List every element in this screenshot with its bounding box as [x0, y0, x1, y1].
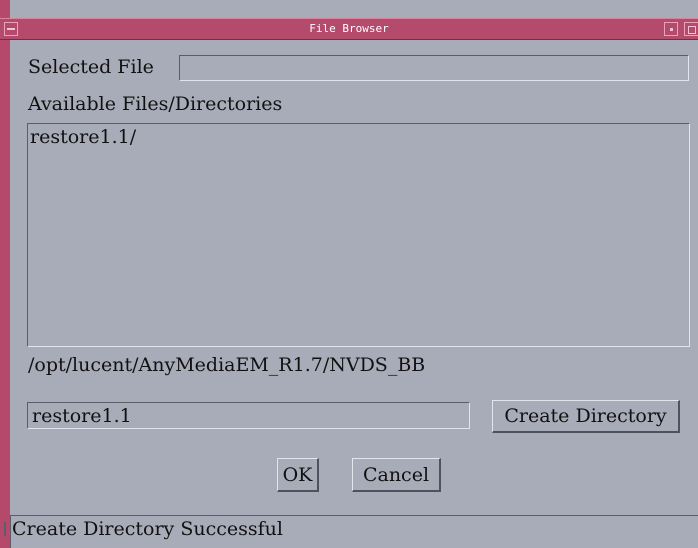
- status-message: Create Directory Successful: [12, 518, 283, 540]
- title-bar[interactable]: File Browser: [0, 18, 698, 40]
- available-files-label: Available Files/Directories: [28, 93, 283, 115]
- file-browser-window: File Browser Selected File Available Fil…: [0, 0, 698, 548]
- selected-file-input[interactable]: [179, 55, 689, 81]
- maximize-icon[interactable]: [684, 22, 698, 36]
- file-list[interactable]: restore1.1/: [27, 123, 690, 347]
- directory-name-input[interactable]: [27, 402, 470, 429]
- ok-button[interactable]: OK: [277, 458, 319, 492]
- selected-file-label: Selected File: [28, 56, 154, 78]
- cancel-button[interactable]: Cancel: [352, 458, 441, 492]
- create-directory-button[interactable]: Create Directory: [492, 400, 680, 433]
- window-title: File Browser: [309, 22, 389, 35]
- minimize-icon[interactable]: [664, 22, 678, 36]
- status-bar-grip: [4, 522, 6, 536]
- window-frame: [0, 0, 10, 548]
- file-list-items: restore1.1/: [28, 124, 689, 150]
- file-list-item[interactable]: restore1.1/: [28, 124, 689, 150]
- current-path: /opt/lucent/AnyMediaEM_R1.7/NVDS_BB: [28, 354, 426, 376]
